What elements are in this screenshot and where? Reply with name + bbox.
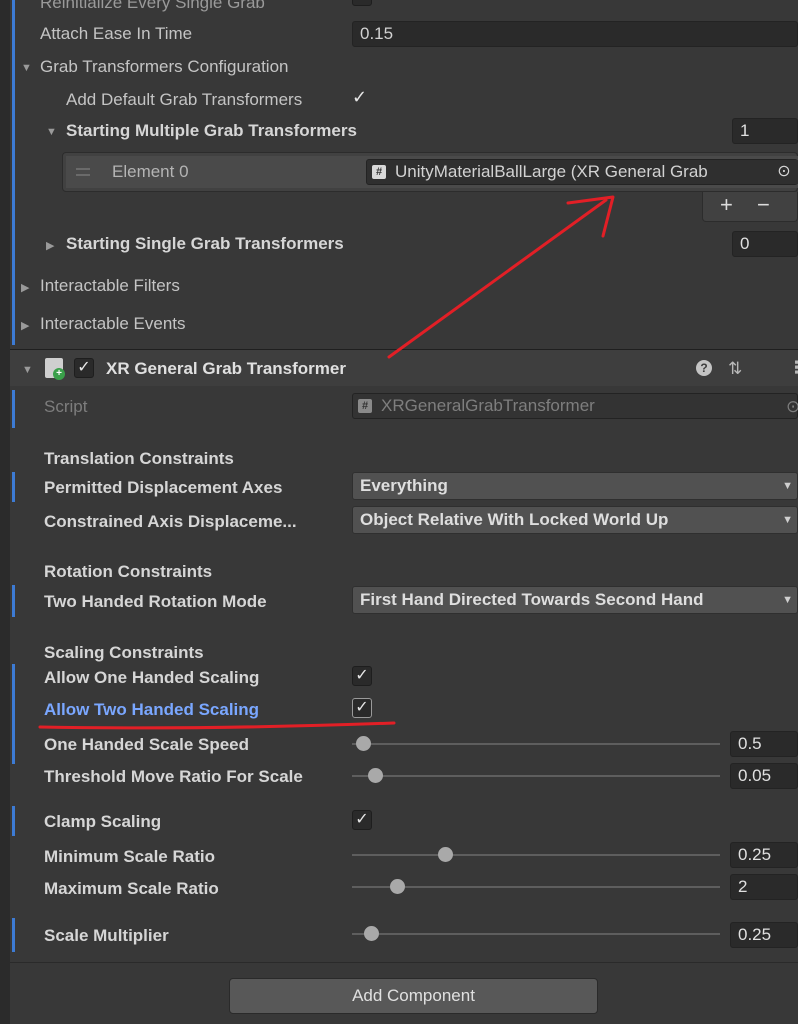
max-ratio-slider[interactable] (390, 879, 405, 894)
remove-element-button[interactable]: − (757, 194, 770, 216)
element-0-label: Element 0 (112, 162, 189, 181)
chevron-down-icon: ▼ (782, 594, 793, 606)
max-ratio-track[interactable] (352, 886, 720, 888)
list-footer (702, 192, 798, 222)
left-accent-bar (12, 0, 15, 345)
annotation-arrow-head (566, 195, 615, 238)
left-accent-bar (12, 664, 15, 764)
allow-one-handed-label: Allow One Handed Scaling (44, 668, 260, 687)
component-enabled-checkbox[interactable]: ✓ (74, 358, 94, 378)
partial-checkbox[interactable] (352, 0, 372, 6)
min-ratio-slider[interactable] (438, 847, 453, 862)
threshold-slider[interactable] (368, 768, 383, 783)
add-component-button[interactable]: Add Component (229, 978, 598, 1014)
scale-multiplier-slider[interactable] (364, 926, 379, 941)
two-handed-rotation-value: First Hand Directed Towards Second Hand (360, 590, 704, 609)
starting-single-count[interactable]: 0 (732, 231, 798, 257)
allow-one-handed-checkbox[interactable]: ✓ (352, 666, 372, 686)
one-handed-speed-track[interactable] (352, 743, 720, 745)
annotation-underline (38, 721, 396, 730)
allow-two-handed-label: Allow Two Handed Scaling (44, 700, 260, 719)
threshold-label: Threshold Move Ratio For Scale (44, 767, 303, 786)
partial-label: Reinitialize Every Single Grab (40, 0, 265, 12)
add-badge-icon: + (53, 368, 65, 380)
starting-multiple-count[interactable]: 1 (732, 118, 798, 144)
foldout-open-icon[interactable]: ▼ (22, 364, 33, 376)
permitted-displacement-label: Permitted Displacement Axes (44, 478, 283, 497)
element-0-object-field[interactable]: UnityMaterialBallLarge (XR General Grab (366, 159, 798, 185)
min-ratio-label: Minimum Scale Ratio (44, 847, 215, 866)
grab-config-label: Grab Transformers Configuration (40, 57, 289, 76)
threshold-field[interactable]: 0.05 (730, 763, 798, 789)
script-field: XRGeneralGrabTransformer (352, 393, 798, 419)
foldout-open-icon[interactable]: ▼ (46, 126, 57, 138)
starting-single-label: Starting Single Grab Transformers (66, 234, 344, 253)
max-ratio-field[interactable]: 2 (730, 874, 798, 900)
annotation-arrow-line (387, 198, 608, 359)
object-picker-icon: ⊙ (786, 397, 798, 416)
attach-ease-label: Attach Ease In Time (40, 24, 193, 43)
translation-header: Translation Constraints (44, 449, 234, 468)
rotation-header: Rotation Constraints (44, 562, 213, 581)
divider (10, 962, 798, 963)
clamp-scaling-checkbox[interactable]: ✓ (352, 810, 372, 830)
threshold-track[interactable] (352, 775, 720, 777)
add-element-button[interactable]: + (720, 194, 733, 216)
left-accent-bar (12, 472, 15, 502)
one-handed-speed-field[interactable]: 0.5 (730, 731, 798, 757)
min-ratio-track[interactable] (352, 854, 720, 856)
script-icon: # (358, 399, 372, 413)
scaling-header: Scaling Constraints (44, 643, 204, 662)
permitted-displacement-dropdown[interactable]: Everything ▼ (352, 472, 798, 500)
foldout-closed-icon[interactable]: ▶ (21, 281, 29, 294)
presets-icon[interactable]: ⇅ (728, 360, 742, 377)
constrained-axis-value: Object Relative With Locked World Up (360, 510, 669, 529)
left-accent-bar (12, 390, 15, 428)
foldout-open-icon[interactable]: ▼ (21, 62, 32, 74)
starting-multiple-label: Starting Multiple Grab Transformers (66, 121, 357, 140)
allow-two-handed-checkbox[interactable]: ✓ (352, 698, 372, 718)
foldout-closed-icon[interactable]: ▶ (46, 239, 54, 252)
chevron-down-icon: ▼ (782, 480, 793, 492)
left-accent-bar (12, 585, 15, 617)
min-ratio-field[interactable]: 0.25 (730, 842, 798, 868)
one-handed-speed-slider[interactable] (356, 736, 371, 751)
left-accent-bar (12, 918, 15, 952)
attach-ease-field[interactable]: 0.15 (352, 21, 798, 47)
clamp-scaling-label: Clamp Scaling (44, 812, 162, 831)
component-menu-icon[interactable]: ⋮ (788, 359, 798, 376)
interactable-filters-label[interactable]: Interactable Filters (40, 277, 180, 294)
two-handed-rotation-dropdown[interactable]: First Hand Directed Towards Second Hand ▼ (352, 586, 798, 614)
help-icon[interactable]: ? (696, 360, 712, 376)
constrained-axis-dropdown[interactable]: Object Relative With Locked World Up ▼ (352, 506, 798, 534)
add-default-check-icon[interactable]: ✓ (352, 88, 367, 106)
script-label: Script (44, 397, 88, 416)
object-picker-icon[interactable]: ⊙ (770, 160, 798, 184)
left-accent-bar (12, 806, 15, 836)
scale-multiplier-label: Scale Multiplier (44, 926, 169, 945)
constrained-axis-label: Constrained Axis Displaceme... (44, 512, 297, 531)
permitted-displacement-value: Everything (360, 476, 448, 495)
one-handed-speed-label: One Handed Scale Speed (44, 735, 250, 754)
foldout-closed-icon[interactable]: ▶ (21, 319, 29, 332)
interactable-events-label[interactable]: Interactable Events (40, 315, 186, 332)
component-title: XR General Grab Transformer (106, 359, 346, 378)
drag-handle-icon[interactable] (76, 168, 90, 176)
scale-multiplier-field[interactable]: 0.25 (730, 922, 798, 948)
add-default-label: Add Default Grab Transformers (66, 90, 303, 109)
left-gutter (0, 0, 10, 1024)
max-ratio-label: Maximum Scale Ratio (44, 879, 219, 898)
chevron-down-icon: ▼ (782, 514, 793, 526)
scale-multiplier-track[interactable] (352, 933, 720, 935)
two-handed-rotation-label: Two Handed Rotation Mode (44, 592, 267, 611)
script-icon: # (372, 165, 386, 179)
